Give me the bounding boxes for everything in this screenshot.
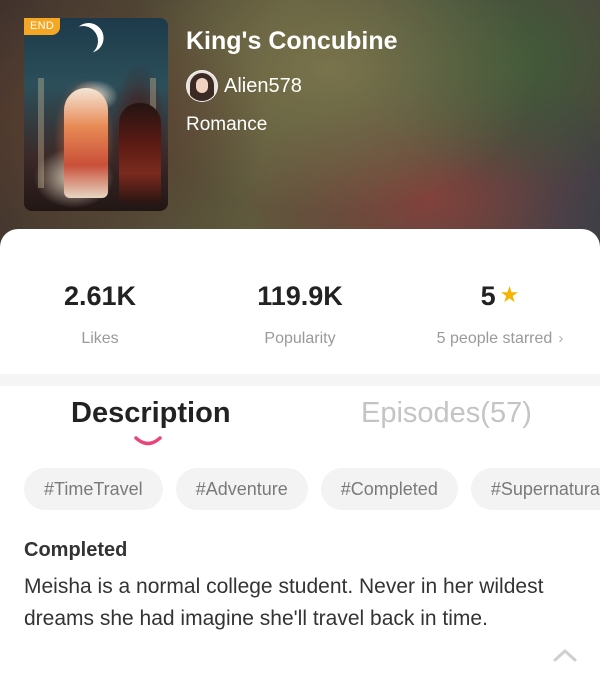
stat-popularity: 119.9K Popularity (200, 281, 400, 348)
tag-chip[interactable]: #Supernatural (470, 468, 600, 510)
chevron-up-icon[interactable] (552, 647, 578, 663)
likes-label: Likes (81, 330, 119, 347)
book-cover[interactable] (24, 18, 168, 211)
author-avatar[interactable] (186, 70, 218, 102)
cover-figure-man (119, 103, 161, 203)
tab-episodes[interactable]: Episodes(57) (361, 397, 532, 430)
popularity-label: Popularity (264, 330, 336, 347)
tag-list: #TimeTravel #Adventure #Completed #Supernat… (24, 468, 600, 512)
author-row[interactable]: Alien578 (186, 70, 302, 102)
end-badge: END (24, 18, 60, 35)
tag-chip[interactable]: #TimeTravel (24, 468, 163, 510)
tag-chip[interactable]: #Completed (320, 468, 458, 510)
likes-value: 2.61K (63, 281, 137, 311)
stat-likes: 2.61K Likes (0, 281, 200, 348)
star-icon: ★ (499, 282, 520, 307)
book-genre[interactable]: Romance (186, 114, 267, 136)
active-tab-indicator (134, 436, 162, 446)
chevron-right-icon[interactable]: › (558, 330, 563, 347)
details-sheet: 2.61K Likes 119.9K Popularity 5 ★ 5 peopl… (0, 229, 600, 676)
rating-label[interactable]: 5 people starred (437, 330, 553, 347)
section-divider (0, 374, 600, 386)
author-name[interactable]: Alien578 (224, 75, 302, 98)
synopsis-text: Meisha is a normal college student. Neve… (24, 575, 544, 630)
popularity-value: 119.9K (257, 281, 343, 311)
moon-icon (66, 24, 101, 59)
completion-status: Completed (24, 539, 128, 561)
cover-figure-woman (64, 88, 108, 198)
tag-chip[interactable]: #Adventure (175, 468, 308, 510)
book-title: King's Concubine (186, 27, 398, 55)
tab-description[interactable]: Description (71, 397, 231, 430)
cover-pillar (38, 78, 44, 188)
rating-value: 5 (480, 281, 496, 311)
stat-rating[interactable]: 5 ★ 5 people starred › (400, 281, 600, 348)
